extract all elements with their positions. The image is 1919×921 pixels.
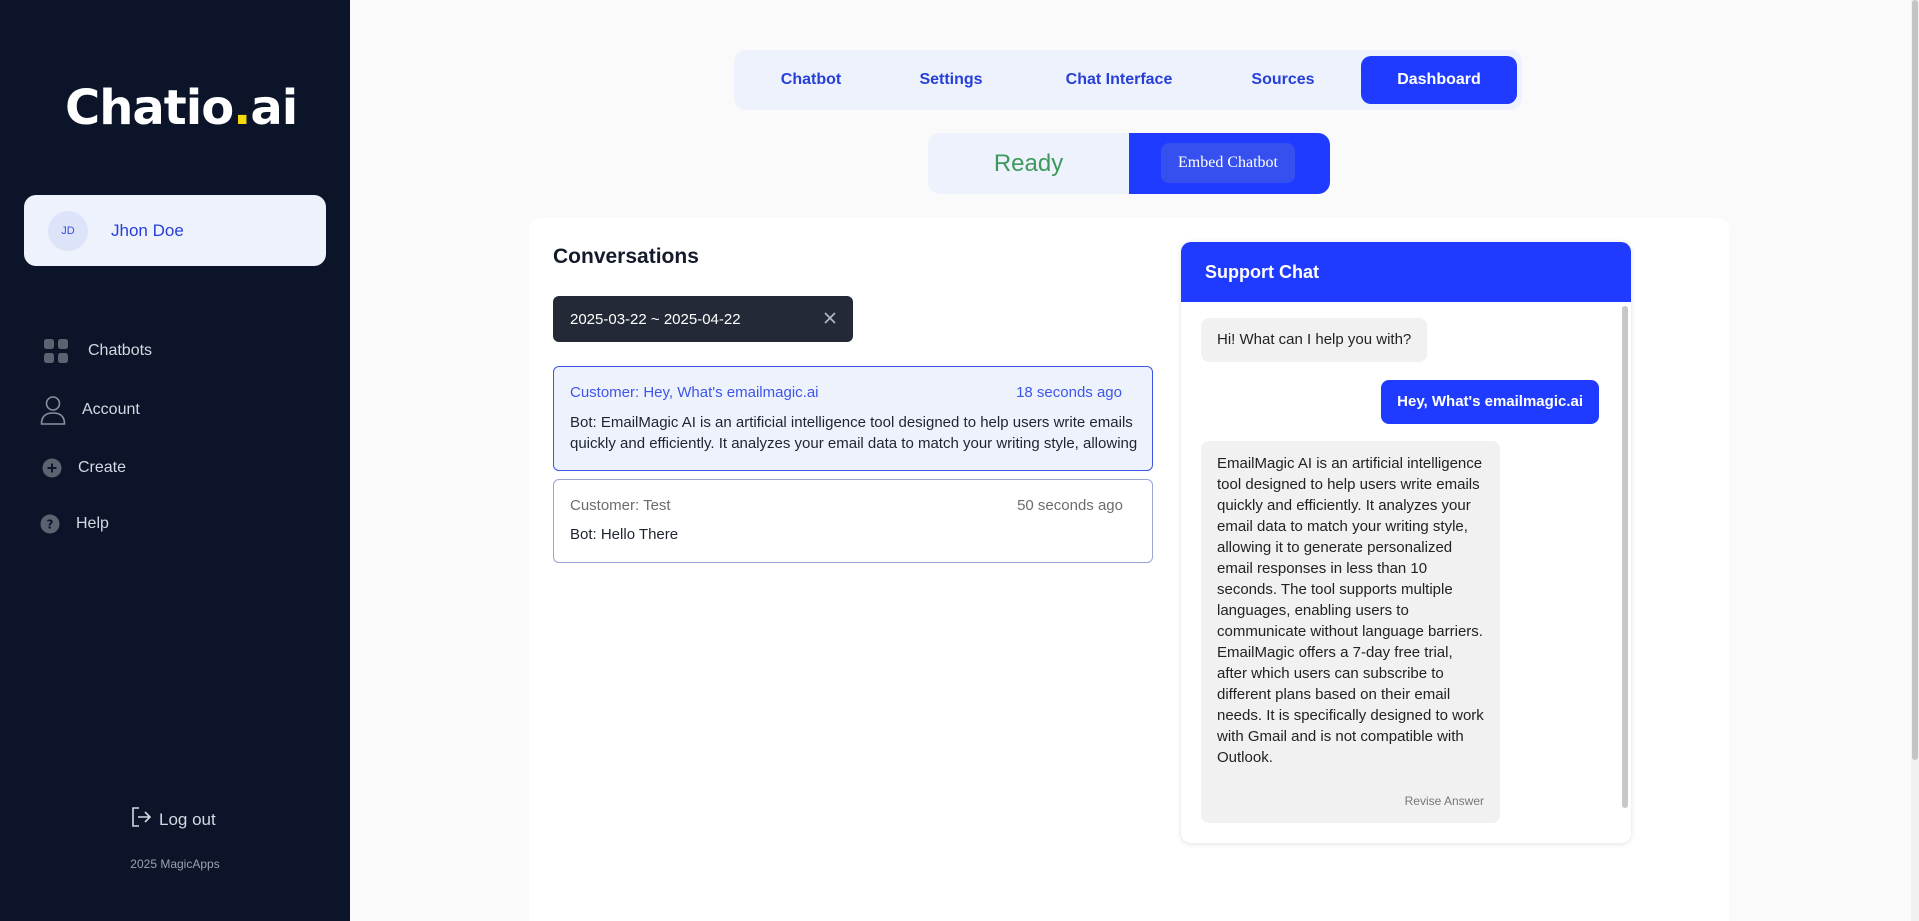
sidebar-item-account[interactable]: Account (40, 395, 140, 425)
copyright: 2025 MagicApps (130, 857, 220, 871)
revise-answer-link[interactable]: Revise Answer (1405, 791, 1484, 812)
sidebar-item-label: Create (78, 459, 127, 476)
sidebar-item-create[interactable]: Create (42, 458, 126, 478)
logo-suffix: ai (250, 80, 298, 136)
avatar: JD (48, 210, 88, 251)
sidebar-item-chatbots[interactable]: Chatbots (43, 338, 152, 364)
conversations-title: Conversations (553, 245, 699, 268)
support-chat-panel: Support Chat Hi! What can I help you wit… (1181, 242, 1631, 843)
embed-section: Embed Chatbot (1129, 133, 1330, 194)
date-range-value: 2025-03-22 ~ 2025-04-22 (570, 310, 741, 328)
tab-chatbot[interactable]: Chatbot (754, 56, 868, 104)
conversation-item[interactable]: Customer: Hey, What's emailmagic.ai 18 s… (553, 366, 1153, 471)
logo-dot: . (233, 80, 251, 136)
help-circle-icon: ? (40, 514, 60, 534)
page-scrollbar-thumb[interactable] (1912, 0, 1918, 760)
status-bar: Ready Embed Chatbot (928, 133, 1330, 194)
top-tabs: Chatbot Settings Chat Interface Sources … (734, 50, 1522, 110)
ready-status: Ready (993, 150, 1064, 177)
user-icon (40, 395, 66, 425)
sidebar-item-label: Chatbots (88, 342, 153, 359)
bot-message: EmailMagic AI is an artificial intellige… (1201, 441, 1500, 823)
logout-button[interactable]: Log out (130, 806, 216, 833)
support-chat-header: Support Chat (1181, 242, 1631, 302)
logo-main: Chatio (65, 80, 234, 136)
user-name: Jhon Doe (111, 220, 184, 240)
sidebar-item-help[interactable]: ? Help (40, 514, 109, 534)
conversation-bot-preview: Bot: EmailMagic AI is an artificial inte… (570, 414, 1138, 452)
bot-message: Hi! What can I help you with? (1201, 318, 1428, 362)
conversation-item[interactable]: Customer: Test 50 seconds ago Bot: Hello… (553, 479, 1153, 563)
svg-text:?: ? (47, 518, 54, 532)
tab-sources[interactable]: Sources (1224, 56, 1342, 104)
date-range-picker[interactable]: 2025-03-22 ~ 2025-04-22 (553, 296, 853, 342)
sidebar-item-label: Help (76, 515, 109, 532)
conversation-customer: Customer: Test (570, 497, 671, 514)
user-message: Hey, What's emailmagic.ai (1381, 380, 1599, 424)
plus-circle-icon (42, 458, 62, 478)
logout-label: Log out (159, 809, 216, 829)
sidebar-item-label: Account (82, 401, 140, 418)
conversation-time: 50 seconds ago (1017, 497, 1123, 514)
conversation-customer: Customer: Hey, What's emailmagic.ai (570, 384, 819, 401)
chat-scrollbar[interactable] (1622, 306, 1628, 808)
tab-chat-interface[interactable]: Chat Interface (1034, 56, 1204, 104)
logout-icon (130, 806, 152, 833)
tab-settings[interactable]: Settings (888, 56, 1014, 104)
sidebar: Chatio.ai JD Jhon Doe Chatbots Account C… (0, 0, 350, 921)
bot-message-text: EmailMagic AI is an artificial intellige… (1217, 455, 1484, 766)
conversation-time: 18 seconds ago (1016, 384, 1122, 401)
embed-chatbot-button[interactable]: Embed Chatbot (1161, 143, 1295, 183)
close-icon[interactable] (821, 309, 839, 331)
logo: Chatio.ai (65, 80, 298, 136)
grid-icon (43, 338, 69, 364)
user-card[interactable]: JD Jhon Doe (24, 195, 326, 266)
tab-dashboard[interactable]: Dashboard (1361, 56, 1517, 104)
conversation-bot-preview: Bot: Hello There (570, 526, 679, 543)
